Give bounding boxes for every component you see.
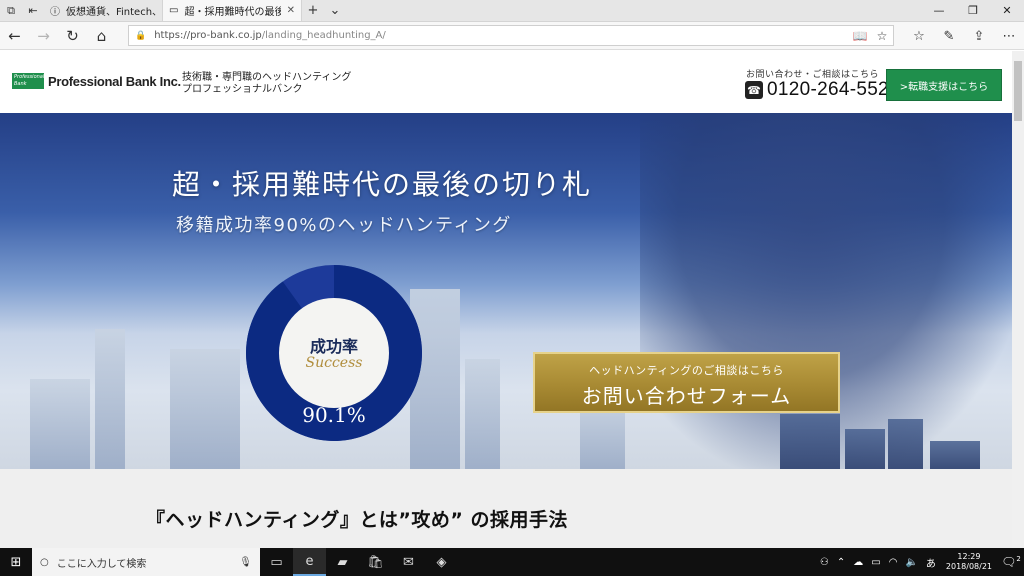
site-header: Professional Bank Professional Bank Inc.…	[0, 51, 1012, 113]
wifi-icon[interactable]: ◠	[885, 557, 902, 568]
clock-time: 12:29	[957, 552, 981, 561]
people-icon[interactable]: ⚇	[816, 557, 833, 568]
ime-indicator[interactable]: あ	[922, 555, 940, 570]
more-icon[interactable]: ⋯	[994, 22, 1024, 50]
tab-active[interactable]: ▭ 超・採用難時代の最後の切り札 ✕	[162, 0, 302, 21]
clock-date: 2018/08/21	[945, 562, 992, 571]
favorite-star-icon[interactable]: ☆	[871, 29, 893, 43]
city-building	[930, 441, 980, 469]
reading-view-icon[interactable]: 📖	[849, 29, 871, 43]
phone-number: 0120-264-552	[767, 79, 889, 100]
city-building	[845, 429, 885, 469]
tab-inactive[interactable]: ⓘ 仮想通貨、Fintech、資産運用	[44, 0, 162, 21]
hero-banner: 超・採用難時代の最後の切り札 移籍成功率90%のヘッドハンティング 成功率 Su…	[0, 113, 1012, 469]
notifications-icon[interactable]: 🗨2	[998, 555, 1024, 569]
site-logo[interactable]: Professional Bank Professional Bank Inc.	[12, 73, 181, 89]
browser-tab-bar: ⧉ ⇤ ⓘ 仮想通貨、Fintech、資産運用 ▭ 超・採用難時代の最後の切り札…	[0, 0, 1024, 22]
web-page: Professional Bank Professional Bank Inc.…	[0, 51, 1012, 548]
city-building	[95, 329, 125, 469]
tagline-line-1: 技術職・専門職のヘッドハンティング	[182, 72, 352, 83]
clock[interactable]: 12:29 2018/08/21	[940, 552, 998, 572]
section-heading: 『ヘッドハンティング』とは”攻め” の採用手法	[146, 509, 568, 531]
chevron-up-icon[interactable]: ⌃	[833, 557, 849, 568]
task-view-icon[interactable]: ▭	[260, 548, 293, 576]
share-icon[interactable]: ⇪	[964, 22, 994, 50]
site-tagline: 技術職・専門職のヘッドハンティング プロフェッショナルバンク	[182, 72, 351, 96]
cta-label: お問い合わせフォーム	[581, 384, 792, 408]
phone-link[interactable]: ☎ 0120-264-552	[745, 79, 889, 101]
logo-text: Professional Bank Inc.	[48, 73, 181, 89]
favorites-hub-icon[interactable]: ☆	[904, 22, 934, 50]
notification-count: 2	[1016, 555, 1021, 563]
forward-arrow-icon[interactable]: →	[29, 22, 58, 50]
set-aside-tabs-icon[interactable]: ⇤	[22, 0, 44, 21]
phone-icon: ☎	[745, 81, 763, 99]
new-tab-icon[interactable]: +	[302, 0, 324, 21]
career-support-button[interactable]: >転職支援はこちら	[886, 69, 1002, 101]
page-icon: ▭	[169, 5, 179, 16]
city-building	[465, 359, 500, 469]
mail-icon[interactable]: ✉	[392, 548, 425, 576]
onedrive-cloud-icon[interactable]: ☁	[849, 557, 867, 568]
store-icon[interactable]: 🛍	[359, 548, 392, 576]
system-tray: ⚇ ⌃ ☁ ▭ ◠ 🔈 あ 12:29 2018/08/21 🗨2	[816, 548, 1024, 576]
windows-start-icon[interactable]: ⊞	[0, 548, 32, 576]
url-path: /landing_headhunting_A/	[261, 30, 386, 41]
hero-title: 超・採用難時代の最後の切り札	[172, 168, 593, 201]
restore-icon[interactable]: ❐	[956, 0, 990, 21]
file-explorer-icon[interactable]: ▰	[326, 548, 359, 576]
page-scrollbar[interactable]	[1012, 51, 1024, 548]
city-building	[170, 349, 240, 469]
city-building	[30, 379, 90, 469]
cortana-circle-icon: ○	[40, 556, 49, 568]
tab-title: 仮想通貨、Fintech、資産運用	[66, 7, 156, 18]
city-building	[780, 414, 840, 469]
volume-mute-icon[interactable]: 🔈	[901, 557, 921, 568]
address-bar[interactable]: 🔒 https://pro-bank.co.jp/landing_headhun…	[128, 25, 894, 46]
tab-title: 超・採用難時代の最後の切り札	[184, 7, 280, 18]
info-icon: ⓘ	[50, 7, 60, 18]
hero-subtitle: 移籍成功率90%のヘッドハンティング	[176, 215, 512, 236]
minimize-icon[interactable]: —	[922, 0, 956, 21]
success-rate-value: 90.1%	[302, 403, 366, 427]
close-window-icon[interactable]: ✕	[990, 0, 1024, 21]
success-label-en: Success	[305, 355, 363, 371]
cta-subtext: ヘッドハンティングのご相談はこちら	[589, 364, 784, 377]
success-rate-donut: 成功率 Success 90.1%	[244, 263, 424, 443]
contact-form-button[interactable]: ヘッドハンティングのご相談はこちら お問い合わせフォーム	[533, 352, 840, 413]
url-host: https://pro-bank.co.jp	[154, 30, 262, 41]
success-rate-label: 成功率	[309, 337, 358, 356]
battery-icon[interactable]: ▭	[867, 557, 884, 568]
windows-taskbar: ⊞ ○ ここに入力して検索 🎙 ▭ e ▰ 🛍 ✉ ◈ ⚇ ⌃ ☁ ▭ ◠ 🔈 …	[0, 548, 1024, 576]
edge-browser-icon[interactable]: e	[293, 548, 326, 576]
app-icon[interactable]: ◈	[425, 548, 458, 576]
tab-preview-icon[interactable]: ⧉	[0, 0, 22, 21]
microphone-icon[interactable]: 🎙	[239, 557, 252, 568]
refresh-icon[interactable]: ↻	[58, 22, 87, 50]
back-arrow-icon[interactable]: ←	[0, 22, 29, 50]
chevron-down-icon[interactable]: ⌄	[324, 0, 346, 21]
close-tab-icon[interactable]: ✕	[287, 5, 295, 16]
city-building	[888, 419, 923, 469]
tagline-line-2: プロフェッショナルバンク	[182, 84, 303, 95]
lock-icon: 🔒	[135, 30, 147, 41]
browser-nav-bar: ← → ↻ ⌂ 🔒 https://pro-bank.co.jp/landing…	[0, 22, 1024, 50]
search-placeholder: ここに入力して検索	[56, 558, 147, 570]
logo-badge: Professional Bank	[12, 73, 45, 89]
taskbar-search-box[interactable]: ○ ここに入力して検索 🎙	[32, 548, 260, 576]
scrollbar-thumb[interactable]	[1014, 61, 1022, 121]
pen-notes-icon[interactable]: ✎	[934, 22, 964, 50]
home-icon[interactable]: ⌂	[87, 22, 116, 50]
